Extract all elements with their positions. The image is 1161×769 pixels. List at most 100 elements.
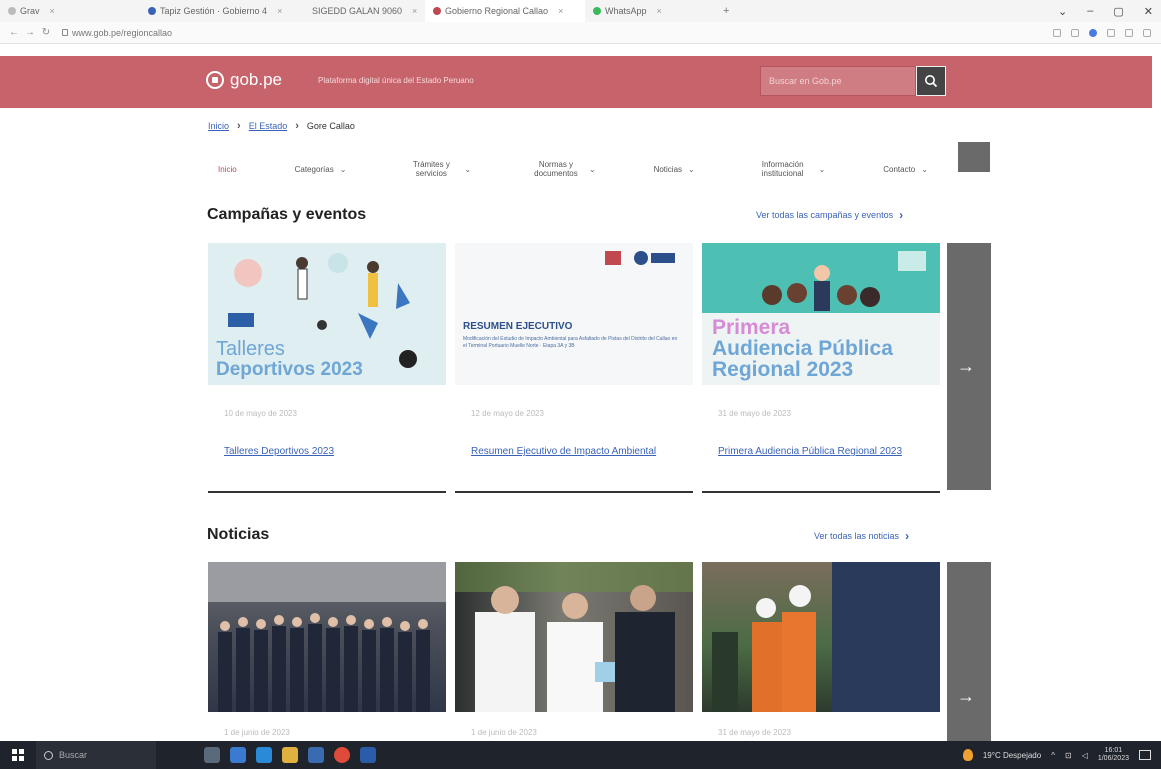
new-tab-button[interactable]: +: [715, 5, 737, 17]
close-icon[interactable]: ×: [412, 6, 417, 16]
close-icon[interactable]: ×: [277, 6, 282, 16]
tab-label: Grav: [20, 6, 40, 16]
chevron-down-icon: ⌄: [688, 164, 695, 174]
close-icon[interactable]: ×: [657, 6, 662, 16]
browser-tab[interactable]: Tapiz Gestión · Gobierno 4 ×: [140, 0, 300, 22]
menu-item-label: Información institucional: [761, 160, 804, 178]
chevron-down-icon: ⌄: [921, 164, 928, 174]
url-field[interactable]: www.gob.pe/regioncallao: [62, 28, 172, 38]
site-logo[interactable]: gob.pe: [206, 70, 282, 90]
network-icon[interactable]: ⊡: [1065, 751, 1072, 760]
image-line: Deportivos 2023: [216, 359, 363, 380]
campaign-card[interactable]: Talleres Deportivos 2023 10 de mayo de 2…: [208, 243, 446, 493]
windows-logo-icon: [12, 749, 24, 761]
floating-square[interactable]: [958, 142, 990, 172]
chevron-down-icon: ⌄: [588, 164, 596, 174]
browser-tab[interactable]: SIGEDD GALAN 9060 ×: [300, 0, 425, 22]
close-window-button[interactable]: ✕: [1144, 5, 1153, 18]
menu-icon[interactable]: [1143, 29, 1151, 37]
profile-icon[interactable]: [1089, 29, 1097, 37]
campaign-date: 12 de mayo de 2023: [471, 409, 544, 418]
chevron-right-icon: ›: [237, 120, 241, 132]
campaign-image: Primera Audiencia Pública Regional 2023: [702, 243, 940, 385]
menu-item-label: Noticias: [653, 164, 683, 174]
chevron-right-icon: ›: [899, 208, 904, 222]
chrome-icon[interactable]: [334, 747, 350, 763]
back-icon[interactable]: ←: [6, 27, 22, 38]
campaign-title-link[interactable]: Talleres Deportivos 2023: [224, 446, 334, 457]
maximize-button[interactable]: ▢: [1113, 5, 1123, 18]
menu-item-normas[interactable]: Normas y documentos ⌄: [517, 160, 608, 179]
breadcrumb-state-link[interactable]: El Estado: [249, 121, 288, 131]
close-icon[interactable]: ×: [50, 6, 55, 16]
campaigns-heading: Campañas y eventos: [207, 206, 367, 223]
store-icon[interactable]: [308, 747, 324, 763]
campaign-image: RESUMEN EJECUTIVO Modificación del Estud…: [455, 243, 693, 385]
menu-item-categorias[interactable]: Categorías ⌄: [283, 164, 359, 175]
campaign-card[interactable]: Primera Audiencia Pública Regional 2023 …: [702, 243, 940, 493]
main-menu: Inicio Categorías ⌄ Trámites y servicios…: [206, 150, 940, 190]
browser-tab-active[interactable]: Gobierno Regional Callao ×: [425, 0, 585, 22]
browser-tab[interactable]: Grav ×: [0, 0, 140, 22]
tab-search-button[interactable]: ⌄: [1058, 5, 1067, 18]
menu-item-label: Contacto: [883, 164, 916, 174]
notification-icon[interactable]: [1139, 750, 1151, 760]
image-line: Primera: [712, 316, 791, 339]
menu-item-inicio[interactable]: Inicio: [206, 164, 249, 175]
weather-icon: [962, 749, 973, 761]
campaign-title-link[interactable]: Primera Audiencia Pública Regional 2023: [718, 446, 902, 457]
menu-item-contacto[interactable]: Contacto ⌄: [871, 164, 940, 175]
word-icon[interactable]: [360, 747, 376, 763]
split-icon[interactable]: [1125, 29, 1133, 37]
bookmark-icon[interactable]: [1053, 29, 1061, 37]
browser-tab[interactable]: WhatsApp ×: [585, 0, 715, 22]
news-carousel-next[interactable]: [947, 562, 991, 741]
arrow-right-icon[interactable]: →: [957, 686, 975, 707]
campaign-image-text: Talleres Deportivos 2023: [216, 339, 363, 380]
minimize-button[interactable]: –: [1087, 5, 1093, 17]
clock[interactable]: 16:01 1/06/2023: [1098, 747, 1129, 764]
menu-item-tramites[interactable]: Trámites y servicios ⌄: [392, 160, 483, 179]
edge-icon[interactable]: [256, 747, 272, 763]
chevron-down-icon: ⌄: [818, 164, 826, 174]
menu-item-label: Inicio: [218, 164, 237, 174]
weather-text[interactable]: 19°C Despejado: [983, 751, 1041, 760]
menu-item-informacion[interactable]: Información institucional ⌄: [741, 160, 838, 179]
address-bar: ← → ↻ www.gob.pe/regioncallao: [0, 22, 1161, 44]
breadcrumb-home-link[interactable]: Inicio: [208, 121, 229, 131]
arrow-right-icon[interactable]: →: [957, 356, 975, 377]
clock-date: 1/06/2023: [1097, 755, 1129, 762]
extension-icon[interactable]: [1071, 29, 1079, 37]
campaign-card[interactable]: RESUMEN EJECUTIVO Modificación del Estud…: [455, 243, 693, 493]
start-button[interactable]: [0, 741, 36, 769]
volume-icon[interactable]: ◁: [1082, 751, 1088, 760]
forward-icon[interactable]: →: [22, 27, 38, 38]
mail-icon[interactable]: [230, 747, 246, 763]
news-date: 1 de junio de 2023: [224, 728, 290, 737]
file-explorer-icon[interactable]: [282, 747, 298, 763]
see-all-news-link[interactable]: Ver todas las noticias ›: [814, 529, 909, 543]
search-icon: [925, 75, 938, 88]
search-button[interactable]: [916, 66, 946, 96]
news-image[interactable]: [702, 562, 940, 712]
search-input[interactable]: [760, 66, 916, 96]
chevron-up-icon[interactable]: ^: [1051, 751, 1055, 760]
tab-label: Tapiz Gestión · Gobierno 4: [160, 6, 268, 16]
news-image[interactable]: [455, 562, 693, 712]
image-band: [702, 243, 940, 313]
reload-icon[interactable]: ↻: [38, 27, 54, 38]
news-image[interactable]: [208, 562, 446, 712]
tab-favicon-icon: [433, 7, 441, 15]
tab-label: Gobierno Regional Callao: [445, 6, 549, 16]
image-body: Modificación del Estudio de Impacto Ambi…: [463, 336, 678, 349]
close-icon[interactable]: ×: [558, 6, 563, 16]
menu-item-noticias[interactable]: Noticias ⌄: [642, 164, 707, 175]
task-view-icon[interactable]: [204, 747, 220, 763]
see-all-campaigns-link[interactable]: Ver todas las campañas y eventos ›: [756, 208, 903, 222]
system-tray: 19°C Despejado ^ ⊡ ◁ 16:01 1/06/2023: [962, 741, 1151, 769]
breadcrumb: Inicio › El Estado › Gore Callao: [208, 120, 355, 132]
extensions-icon[interactable]: [1107, 29, 1115, 37]
taskbar-search[interactable]: Buscar: [36, 741, 156, 769]
campaign-title-link[interactable]: Resumen Ejecutivo de Impacto Ambiental: [471, 446, 656, 457]
chevron-down-icon: ⌄: [339, 164, 347, 174]
